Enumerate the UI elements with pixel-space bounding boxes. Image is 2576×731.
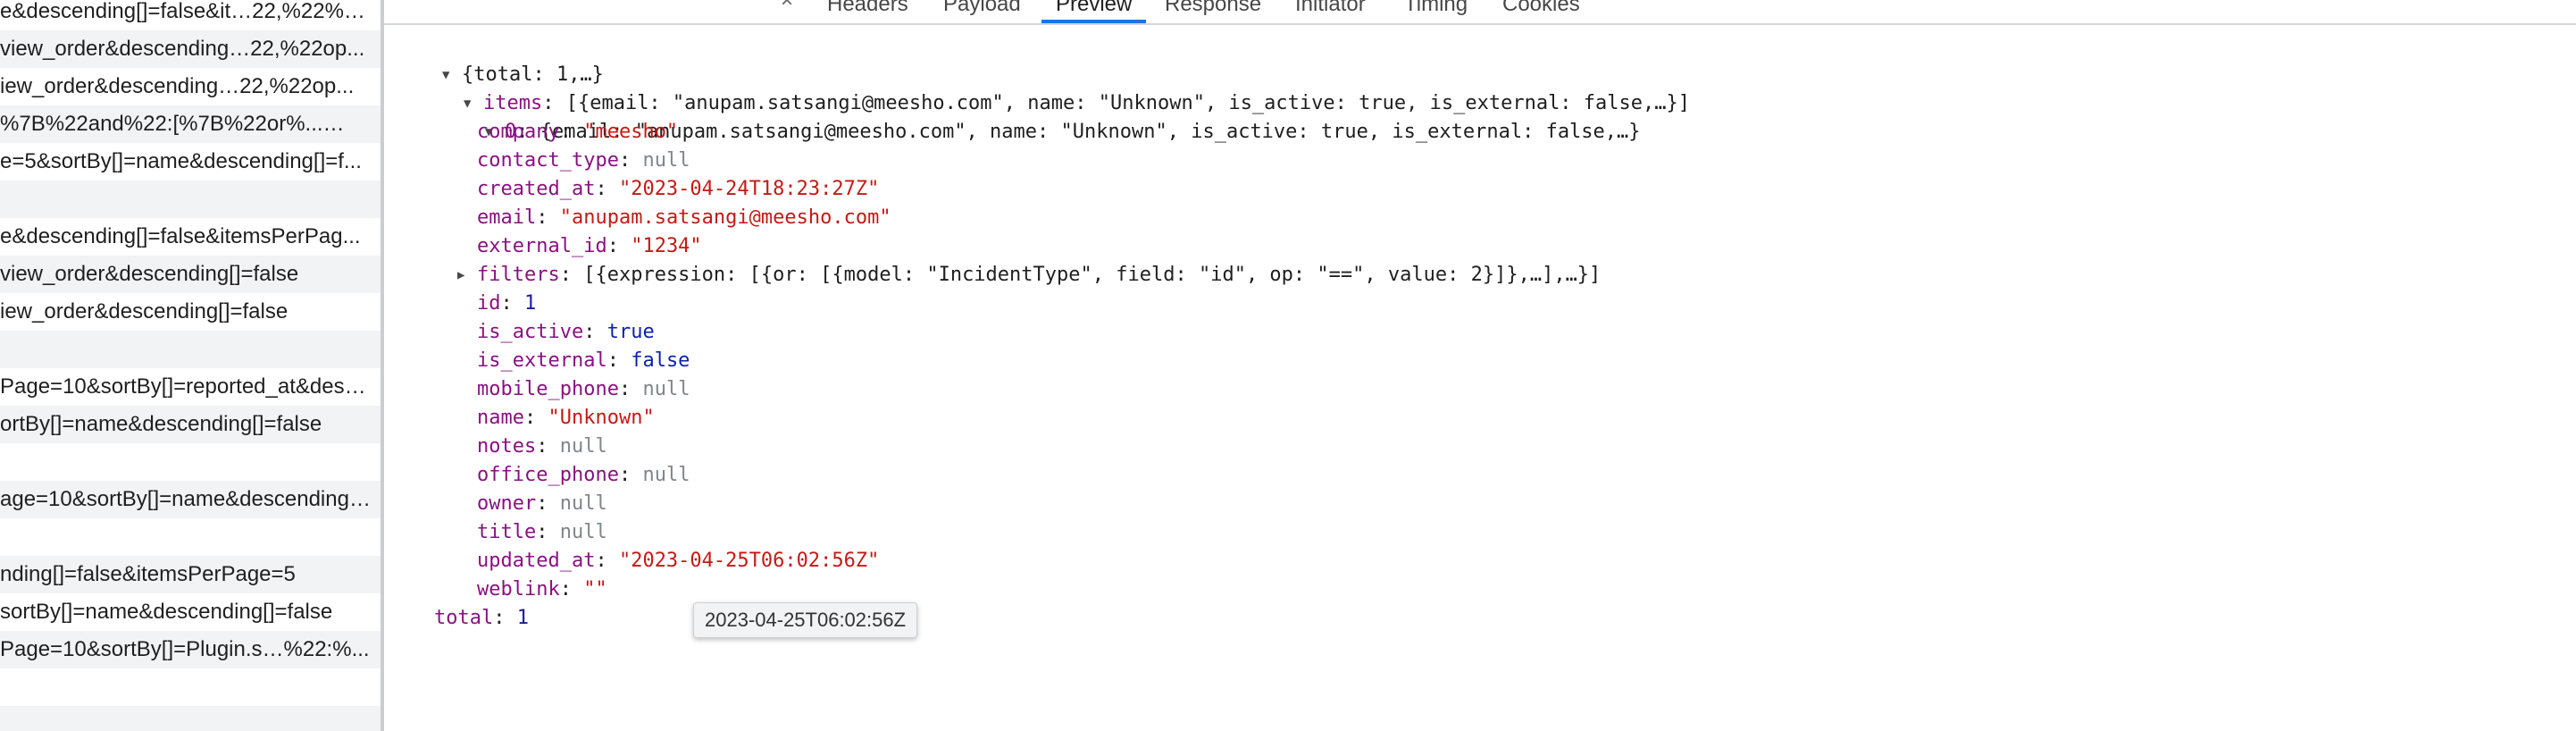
json-value: null (642, 464, 690, 486)
tab-payload[interactable]: Payload (943, 0, 1021, 23)
request-url: Page=10&sortBy[]=reported_at&desc... (0, 374, 372, 399)
request-row[interactable] (0, 518, 381, 556)
tab-initiator[interactable]: Initiator (1295, 0, 1366, 23)
json-row-office-phone[interactable]: office_phone: null (477, 461, 690, 490)
json-row-weblink[interactable]: weblink: "" (477, 576, 607, 604)
request-url: iew_order&descending…22,%22op... (0, 74, 355, 98)
request-row[interactable]: e&descending[]=false&itemsPerPag... (0, 218, 381, 256)
request-row[interactable]: sortBy[]=name&descending[]=false (0, 593, 381, 631)
json-value: false (631, 349, 690, 372)
json-row-is-external[interactable]: is_external: false (477, 347, 690, 375)
json-root-row[interactable]: ▼ {total: 1,…} (395, 32, 604, 86)
json-row-id[interactable]: id: 1 (477, 290, 536, 318)
json-row-owner[interactable]: owner: null (477, 490, 607, 518)
json-row-updated-at[interactable]: updated_at: "2023-04-25T06:02:56Z" (477, 547, 879, 576)
close-icon[interactable]: × (781, 0, 793, 14)
request-row[interactable] (0, 443, 381, 481)
expand-triangle-icon[interactable]: ▶ (457, 261, 477, 290)
request-url: view_order&descending…22,%22op... (0, 37, 365, 61)
request-row[interactable] (0, 668, 381, 706)
json-item0-summary: {email: "anupam.satsangi@meesho.com", na… (539, 121, 1641, 143)
json-value: "2023-04-24T18:23:27Z" (618, 178, 880, 200)
json-value: null (642, 378, 690, 400)
json-items-row[interactable]: ▼ items: [{email: "anupam.satsangi@meesho… (416, 61, 1690, 114)
json-row-external-id[interactable]: external_id: "1234" (477, 232, 702, 261)
json-row-total[interactable]: total: 1 (434, 604, 529, 633)
json-value: "2023-04-25T06:02:56Z" (618, 550, 880, 572)
json-value: null (559, 492, 607, 515)
request-url: sortBy[]=name&descending[]=false (0, 600, 333, 624)
json-value: null (642, 149, 690, 172)
json-row-created-at[interactable]: created_at: "2023-04-24T18:23:27Z" (477, 175, 879, 204)
request-row[interactable]: view_order&descending…22,%22op... (0, 30, 381, 68)
request-row[interactable]: Page=10&sortBy[]=reported_at&desc... (0, 368, 381, 406)
request-row[interactable]: e&descending[]=false&it…22,%22%22%... (0, 0, 381, 30)
tab-cookies[interactable]: Cookies (1502, 0, 1580, 23)
json-value: 1 (524, 292, 537, 315)
request-url: nding[]=false&itemsPerPage=5 (0, 562, 296, 586)
request-row[interactable]: ortBy[]=name&descending[]=false (0, 406, 381, 443)
json-value: "meesho" (583, 121, 679, 143)
tab-timing[interactable]: Timing (1404, 0, 1468, 23)
json-value: null (559, 435, 607, 458)
json-value: null (559, 521, 607, 543)
request-list: e&descending[]=false&it…22,%22%22%... vie… (0, 0, 381, 731)
request-row[interactable]: age=10&sortBy[]=name&descending[... (0, 481, 381, 518)
json-value: "anupam.satsangi@meesho.com" (559, 206, 891, 229)
json-value: true (606, 321, 655, 343)
request-url: iew_order&descending[]=false (0, 299, 289, 323)
tab-preview[interactable]: Preview (1041, 0, 1147, 23)
request-row[interactable]: nding[]=false&itemsPerPage=5 (0, 556, 381, 593)
json-row-is-active[interactable]: is_active: true (477, 318, 655, 347)
json-row-notes[interactable]: notes: null (477, 433, 607, 461)
json-value: "Unknown" (548, 407, 655, 429)
request-url: ortBy[]=name&descending[]=false (0, 412, 322, 436)
request-url: e&descending[]=false&itemsPerPag... (0, 224, 361, 248)
json-item0-row[interactable]: ▼ 0: {email: "anupam.satsangi@meesho.com"… (438, 89, 1641, 143)
value-tooltip: 2023-04-25T06:02:56Z (693, 602, 918, 638)
json-filters-summary: [{expression: [{or: [{model: "IncidentTy… (583, 264, 1602, 286)
json-value: "" (583, 578, 607, 601)
json-value: "1234" (631, 235, 702, 257)
tab-bar: × Headers Payload Preview Response Initi… (384, 0, 2576, 25)
json-row-filters[interactable]: ▶ filters: [{expression: [{or: [{model: "… (457, 261, 1601, 290)
request-url: %7B%22and%22:[%7B%22or%...… (0, 112, 345, 136)
json-row-name[interactable]: name: "Unknown" (477, 404, 655, 433)
request-row[interactable]: Page=10&sortBy[]=Plugin.s…%22:%... (0, 631, 381, 668)
request-url: e&descending[]=false&it…22,%22%22%... (0, 0, 372, 23)
request-url: Page=10&sortBy[]=Plugin.s…%22:%... (0, 637, 370, 661)
tab-headers[interactable]: Headers (827, 0, 908, 23)
json-row-mobile-phone[interactable]: mobile_phone: null (477, 375, 690, 404)
request-row[interactable] (0, 706, 381, 731)
request-row[interactable]: %7B%22and%22:[%7B%22or%...… (0, 105, 381, 143)
json-row-title[interactable]: title: null (477, 518, 607, 547)
json-row-contact-type[interactable]: contact_type: null (477, 147, 690, 175)
request-row[interactable]: view_order&descending[]=false (0, 256, 381, 293)
tab-response[interactable]: Response (1165, 0, 1261, 23)
request-row[interactable] (0, 181, 381, 218)
json-value: 1 (516, 607, 529, 629)
request-url: e=5&sortBy[]=name&descending[]=f... (0, 149, 362, 173)
request-url: age=10&sortBy[]=name&descending[... (0, 487, 372, 511)
request-row[interactable]: iew_order&descending…22,%22op... (0, 68, 381, 105)
request-row[interactable]: e=5&sortBy[]=name&descending[]=f... (0, 143, 381, 181)
request-row[interactable] (0, 331, 381, 368)
json-row-email[interactable]: email: "anupam.satsangi@meesho.com" (477, 204, 891, 232)
json-row-company[interactable]: company: "meesho" (477, 118, 678, 147)
request-row[interactable]: iew_order&descending[]=false (0, 293, 381, 331)
request-url: view_order&descending[]=false (0, 262, 299, 286)
